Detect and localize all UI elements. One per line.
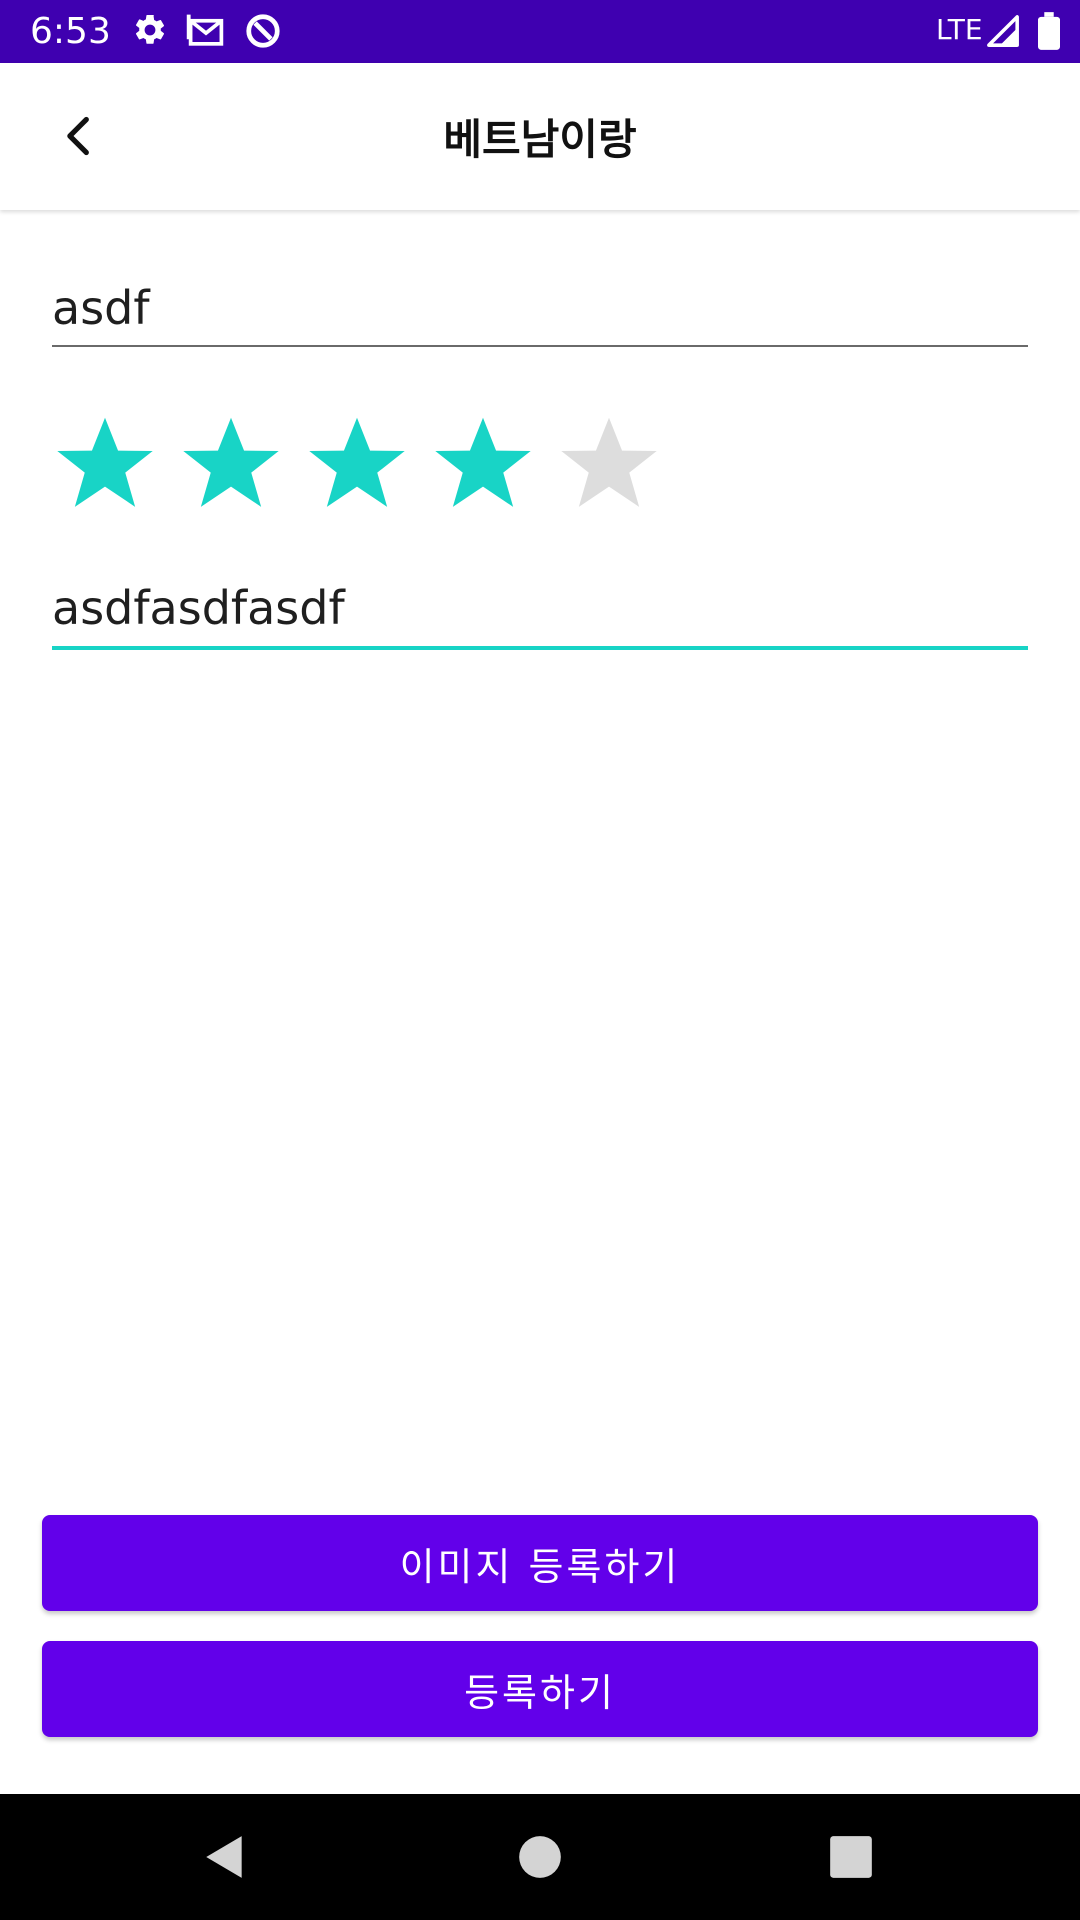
home-circle-icon[interactable] [515, 1832, 565, 1882]
star-icon[interactable] [50, 410, 160, 520]
star-icon[interactable] [302, 410, 412, 520]
back-triangle-icon[interactable] [200, 1832, 250, 1882]
title-input-value: asdf [52, 281, 150, 335]
register-image-button[interactable]: 이미지 등록하기 [42, 1515, 1038, 1611]
title-input[interactable]: asdf [52, 280, 1028, 350]
navigation-bar [0, 1794, 1080, 1920]
data-saver-icon [244, 12, 282, 54]
star-icon[interactable] [554, 410, 664, 520]
battery-icon [1038, 12, 1060, 54]
title-input-underline [52, 345, 1028, 347]
star-icon[interactable] [428, 410, 538, 520]
back-button[interactable] [44, 101, 114, 171]
review-input-underline [52, 646, 1028, 650]
review-input[interactable]: asdfasdfasdf [52, 580, 1028, 652]
app-bar: 베트남이랑 [0, 63, 1080, 210]
review-input-value: asdfasdfasdf [52, 581, 345, 635]
star-icon[interactable] [176, 410, 286, 520]
gmail-icon [186, 12, 226, 52]
back-arrow-icon [67, 116, 89, 156]
page-title: 베트남이랑 [443, 115, 637, 164]
status-time: 6:53 [30, 11, 111, 52]
register-button[interactable]: 등록하기 [42, 1641, 1038, 1737]
status-bar: 6:53 LTE [0, 0, 1080, 63]
recents-square-icon[interactable] [826, 1832, 876, 1882]
settings-icon [132, 12, 168, 52]
rating-bar[interactable] [50, 410, 690, 520]
signal-icon [986, 14, 1020, 52]
network-type: LTE [936, 13, 983, 46]
